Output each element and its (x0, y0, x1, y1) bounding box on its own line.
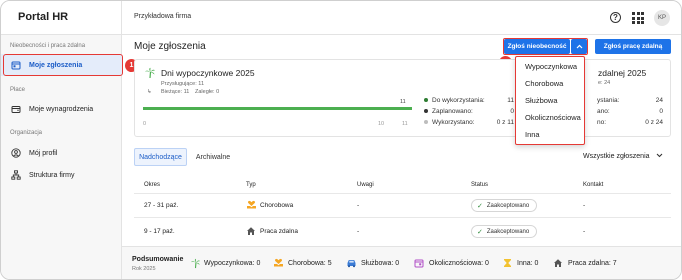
highlight-frame (3, 54, 123, 76)
sidebar-section-absences: Nieobecności i praca zdalna (10, 43, 86, 49)
vacation-card-title: Dni wypoczynkowe 2025 (161, 68, 255, 78)
status-badge: ✓ Zaakceptowano (471, 199, 538, 212)
menu-item-other[interactable]: Inna (525, 130, 540, 139)
org-chart-icon (10, 170, 21, 181)
summary-remote: Praca zdalna: 7 (568, 260, 617, 267)
column-header-status: Status (471, 182, 489, 188)
legend-available: Do wykorzystania: 11 (424, 97, 514, 104)
column-header-type: Typ (246, 182, 256, 188)
check-icon: ✓ (477, 202, 483, 210)
summary-title: Podsumowanie (132, 256, 184, 263)
vacation-overdue: Zaległe: 0 (195, 89, 220, 95)
dot-icon (424, 109, 428, 114)
help-icon[interactable]: ? (610, 12, 621, 23)
vacation-progress-bar (143, 107, 412, 110)
row-2-notes: - (357, 228, 360, 235)
sidebar-item-label: Moje wynagrodzenia (29, 105, 94, 113)
dot-icon (424, 120, 428, 125)
heart-hand-icon (273, 258, 284, 270)
top-bar: Portal HR Przykładowa firma ? KP (1, 1, 681, 35)
sidebar-item-company-structure[interactable]: Struktura firmy (1, 164, 122, 186)
row-1-contact: - (583, 202, 586, 209)
summary-occasional: Okolicznościowa: 0 (429, 260, 489, 267)
sidebar-section-payroll: Płace (10, 87, 26, 93)
vacation-current: Bieżące: 11 (161, 89, 190, 95)
calendar-event-icon (414, 258, 424, 270)
tab-archive[interactable]: Archiwalne (191, 148, 235, 166)
legend-used: Wykorzystano: 0 z 11 (424, 119, 514, 126)
remote-legend-planned: ano: 0 (597, 108, 663, 115)
avatar[interactable]: KP (654, 10, 670, 26)
bar-axis-mid: 10 (378, 121, 385, 127)
vacation-entitled: Przysługujące: 11 (161, 81, 205, 87)
menu-item-business[interactable]: Służbowa (525, 96, 558, 105)
sidebar-section-organization: Organizacja (10, 130, 43, 136)
company-name[interactable]: Przykładowa firma (134, 13, 191, 20)
row-2-type: Praca zdalna (260, 228, 298, 235)
summary-business: Służbowa: 0 (361, 260, 400, 267)
brand-title: Portal HR (18, 11, 69, 23)
remote-card-sub: e: 24 (598, 80, 611, 86)
remote-legend-used: no: 0 z 24 (597, 119, 663, 126)
check-icon: ✓ (477, 228, 483, 236)
row-1-notes: - (357, 202, 360, 209)
car-icon (346, 258, 357, 270)
bar-axis-start: 0 (143, 121, 147, 127)
column-header-period: Okres (144, 182, 161, 188)
report-remote-work-button[interactable]: Zgłoś pracę zdalną (595, 39, 671, 54)
home-icon (553, 258, 563, 270)
bar-total-value: 11 (400, 99, 406, 105)
sidebar-item-label: Struktura firmy (29, 171, 75, 179)
bar-axis-end: 11 (402, 121, 408, 127)
menu-item-vacation[interactable]: Wypoczynkowa (525, 62, 577, 71)
menu-item-occasional[interactable]: Okolicznościowa (525, 113, 581, 122)
subdirectory-arrow-icon: ↳ (147, 89, 152, 95)
home-icon (246, 226, 256, 238)
vacation-progress-fill (143, 107, 412, 110)
row-2-period: 9 - 17 paź. (144, 228, 175, 235)
row-1-period: 27 - 31 paź. (144, 202, 179, 209)
dot-icon (424, 98, 428, 103)
user-icon (10, 148, 21, 159)
summary-year: Rok 2025 (132, 266, 156, 272)
summary-vacation: Wypoczynkowa: 0 (204, 260, 261, 267)
row-2-contact: - (583, 228, 586, 235)
highlight-frame (503, 38, 588, 55)
heart-hand-icon (246, 200, 257, 212)
divider (134, 217, 671, 218)
palm-icon (190, 258, 201, 271)
sidebar-item-label: Mój profil (29, 149, 58, 157)
tab-upcoming[interactable]: Nadchodzące (134, 148, 187, 166)
column-header-contact: Kontakt (583, 182, 604, 188)
app-window: Portal HR Przykładowa firma ? KP Nieobec… (0, 0, 682, 280)
remote-card-title: zdalnej 2025 (598, 68, 647, 78)
column-header-notes: Uwagi (357, 182, 374, 188)
page-title: Moje zgłoszenia (134, 41, 206, 52)
apps-grid-icon[interactable] (631, 11, 645, 25)
chevron-down-icon[interactable] (656, 152, 663, 160)
summary-other: Inna: 0 (517, 260, 539, 267)
palm-icon (144, 67, 156, 81)
hourglass-icon (503, 258, 512, 270)
absence-type-menu: Wypoczynkowa Chorobowa Służbowa Okoliczn… (515, 56, 585, 145)
menu-item-sick[interactable]: Chorobowa (525, 79, 563, 88)
summary-sick: Chorobowa: 5 (288, 260, 332, 267)
remote-legend-available: ystania: 24 (597, 97, 663, 104)
sidebar-item-my-profile[interactable]: Mój profil (1, 142, 122, 164)
row-1-type: Chorobowa (260, 202, 294, 209)
wallet-icon (10, 104, 21, 115)
status-badge: ✓ Zaakceptowano (471, 225, 538, 238)
filter-select[interactable]: Wszystkie zgłoszenia (583, 153, 650, 160)
sidebar-item-my-salaries[interactable]: Moje wynagrodzenia (1, 98, 122, 120)
divider (121, 1, 122, 35)
divider (134, 193, 671, 194)
legend-planned: Zaplanowano: 0 (424, 108, 514, 115)
